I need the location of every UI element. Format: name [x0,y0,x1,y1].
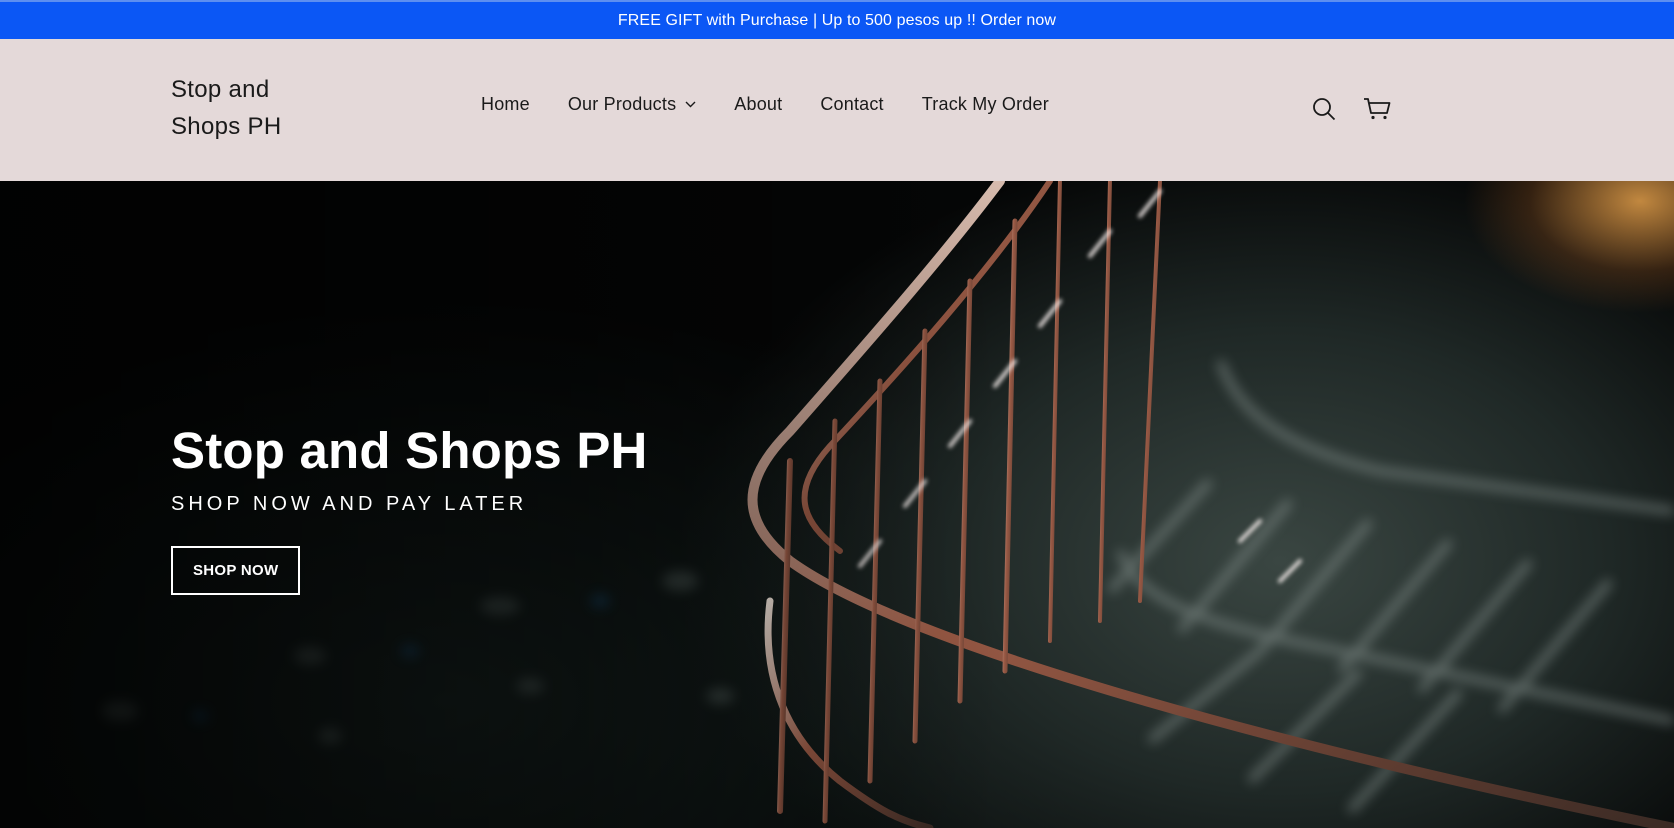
announcement-bar: FREE GIFT with Purchase | Up to 500 peso… [0,0,1674,39]
nav-our-products-label: Our Products [567,93,677,114]
hero-banner: Stop and Shops PH SHOP NOW AND PAY LATER… [0,181,1674,828]
search-icon[interactable] [1310,95,1338,123]
nav-our-products[interactable]: Our Products [549,90,715,119]
nav-about[interactable]: About [715,90,801,119]
nav-contact[interactable]: Contact [801,90,902,119]
header-icons [1310,95,1391,123]
site-logo[interactable]: Stop and Shops PH [171,71,331,145]
nav-track-my-order-label: Track My Order [921,93,1049,114]
hero-title: Stop and Shops PH [171,422,648,479]
logo-line-2: Shops PH [171,113,282,140]
nav-home[interactable]: Home [462,90,549,119]
announcement-link[interactable]: FREE GIFT with Purchase | Up to 500 peso… [618,12,1056,30]
main-nav: Home Our Products About Contact Track My… [462,89,1068,119]
nav-about-label: About [734,93,783,114]
logo-line-1: Stop and [171,76,270,103]
nav-home-label: Home [481,93,530,114]
hero-subtitle: SHOP NOW AND PAY LATER [171,493,528,515]
chevron-down-icon [685,101,696,108]
shop-now-button[interactable]: SHOP NOW [171,546,301,595]
cart-icon[interactable] [1363,95,1391,123]
hero-content: Stop and Shops PH SHOP NOW AND PAY LATER… [171,421,648,595]
nav-contact-label: Contact [820,93,884,114]
site-header: Stop and Shops PH Home Our Products Abou… [0,39,1674,181]
nav-track-my-order[interactable]: Track My Order [903,90,1068,119]
